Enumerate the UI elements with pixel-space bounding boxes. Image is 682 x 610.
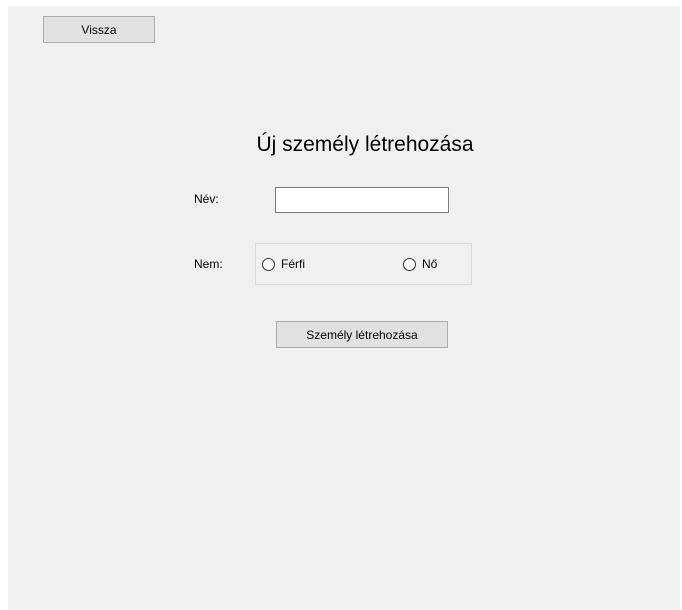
radio-male-label: Férfi [281,257,305,271]
page-title: Új személy létrehozása [256,133,474,156]
radio-female-label: Nő [422,257,438,271]
name-label: Név: [194,192,219,206]
radio-female[interactable]: Nő [403,257,437,271]
back-button[interactable]: Vissza [43,16,155,43]
radio-circle-icon[interactable] [262,257,275,271]
radio-male[interactable]: Férfi [262,257,305,271]
gender-label: Nem: [194,257,223,271]
create-person-button[interactable]: Személy létrehozása [276,321,448,348]
radio-circle-icon[interactable] [403,257,416,271]
app-window: Vissza Új személy létrehozása Név: Nem: … [8,6,680,610]
name-field[interactable] [275,187,449,213]
gender-radio-group: Férfi Nő [255,243,472,285]
